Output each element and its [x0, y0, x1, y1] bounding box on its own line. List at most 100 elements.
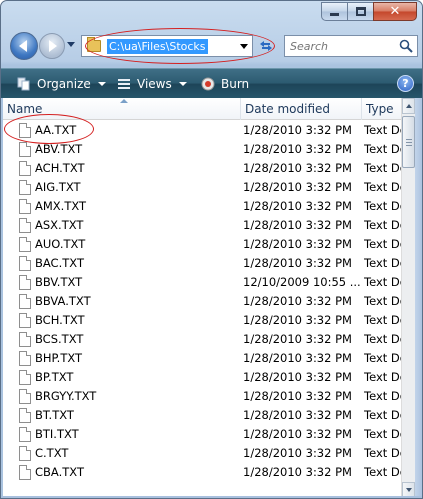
- file-type: Text Document: [364, 446, 401, 460]
- file-date-modified: 1/28/2010 3:32 PM: [243, 237, 352, 251]
- vertical-scrollbar[interactable]: [401, 98, 415, 498]
- file-row[interactable]: BHP.TXT 1/28/2010 3:32 PM Text Document: [3, 349, 401, 368]
- file-date-modified: 1/28/2010 3:32 PM: [243, 446, 352, 460]
- column-type[interactable]: Type: [362, 98, 401, 120]
- file-row[interactable]: AUO.TXT 1/28/2010 3:32 PM Text Document: [3, 235, 401, 254]
- file-type: Text Document: [364, 465, 401, 479]
- organize-icon: [17, 77, 30, 91]
- file-name: BT.TXT: [35, 408, 74, 422]
- file-date-modified: 1/28/2010 3:32 PM: [243, 370, 352, 384]
- text-document-icon: [19, 218, 31, 233]
- file-name: BTI.TXT: [35, 427, 79, 441]
- file-row[interactable]: BP.TXT 1/28/2010 3:32 PM Text Document: [3, 368, 401, 387]
- file-name: AIG.TXT: [35, 180, 81, 194]
- text-document-icon: [19, 275, 31, 290]
- file-date-modified: 1/28/2010 3:32 PM: [243, 256, 352, 270]
- text-document-icon: [19, 256, 31, 271]
- maximize-button[interactable]: [347, 2, 373, 21]
- file-type: Text Document: [364, 275, 401, 289]
- file-type: Text Document: [364, 123, 401, 137]
- file-type: Text Document: [364, 180, 401, 194]
- file-row[interactable]: BBV.TXT 12/10/2009 10:55 ...Text Document: [3, 273, 401, 292]
- file-row[interactable]: BTI.TXT 1/28/2010 3:32 PM Text Document: [3, 425, 401, 444]
- text-document-icon: [19, 237, 31, 252]
- file-row[interactable]: BBVA.TXT 1/28/2010 3:32 PM Text Document: [3, 292, 401, 311]
- file-date-modified: 1/28/2010 3:32 PM: [243, 332, 352, 346]
- minimize-button[interactable]: [321, 2, 347, 21]
- file-name: AA.TXT: [35, 123, 77, 137]
- text-document-icon: [19, 446, 31, 461]
- organize-label: Organize: [37, 77, 91, 91]
- close-button[interactable]: ✕: [373, 2, 417, 21]
- file-date-modified: 1/28/2010 3:32 PM: [243, 294, 352, 308]
- file-row[interactable]: BAC.TXT 1/28/2010 3:32 PM Text Document: [3, 254, 401, 273]
- sort-ascending-icon: [120, 99, 128, 103]
- file-row[interactable]: BCS.TXT 1/28/2010 3:32 PM Text Document: [3, 330, 401, 349]
- back-arrow-icon: [19, 40, 27, 52]
- scroll-thumb[interactable]: [402, 116, 415, 168]
- text-document-icon: [19, 294, 31, 309]
- file-date-modified: 1/28/2010 3:32 PM: [243, 218, 352, 232]
- address-path[interactable]: C:\ua\Files\Stocks: [107, 38, 208, 54]
- help-icon: ?: [402, 77, 409, 90]
- forward-button[interactable]: [39, 33, 65, 59]
- organize-button[interactable]: Organize: [17, 69, 106, 99]
- file-name: BBV.TXT: [35, 275, 83, 289]
- text-document-icon: [19, 123, 31, 138]
- text-document-icon: [19, 142, 31, 157]
- file-row[interactable]: AIG.TXT 1/28/2010 3:32 PM Text Document: [3, 178, 401, 197]
- file-date-modified: 1/28/2010 3:32 PM: [243, 389, 352, 403]
- file-row[interactable]: ACH.TXT 1/28/2010 3:32 PM Text Document: [3, 159, 401, 178]
- views-button[interactable]: Views: [117, 69, 187, 99]
- file-row[interactable]: ABV.TXT 1/28/2010 3:32 PM Text Document: [3, 140, 401, 159]
- file-type: Text Document: [364, 199, 401, 213]
- command-bar: Organize Views Burn ?: [1, 68, 422, 98]
- file-row[interactable]: ASX.TXT 1/28/2010 3:32 PM Text Document: [3, 216, 401, 235]
- back-button[interactable]: [10, 32, 38, 60]
- file-name: BBVA.TXT: [35, 294, 91, 308]
- help-button[interactable]: ?: [397, 75, 414, 92]
- file-row[interactable]: CBA.TXT 1/28/2010 3:32 PM Text Document: [3, 463, 401, 482]
- recent-pages-dropdown[interactable]: [67, 42, 75, 47]
- views-icon: [118, 79, 130, 89]
- column-date-modified[interactable]: Date modified: [241, 98, 362, 120]
- chevron-down-icon: [97, 82, 106, 86]
- file-name: ASX.TXT: [35, 218, 84, 232]
- window-right-frame: [415, 98, 422, 498]
- search-input[interactable]: [285, 36, 397, 56]
- file-type: Text Document: [364, 370, 401, 384]
- file-type: Text Document: [364, 142, 401, 156]
- scroll-down-icon: [405, 488, 412, 492]
- file-type: Text Document: [364, 256, 401, 270]
- text-document-icon: [19, 370, 31, 385]
- address-dropdown-icon[interactable]: [240, 44, 248, 49]
- file-row[interactable]: BCH.TXT 1/28/2010 3:32 PM Text Document: [3, 311, 401, 330]
- views-label: Views: [137, 77, 172, 91]
- file-row[interactable]: BRGYY.TXT 1/28/2010 3:32 PM Text Document: [3, 387, 401, 406]
- close-icon: ✕: [389, 4, 401, 19]
- file-name: BHP.TXT: [35, 351, 83, 365]
- minimize-icon: [330, 13, 339, 16]
- scroll-up-button[interactable]: [402, 98, 415, 114]
- file-type: Text Document: [364, 218, 401, 232]
- file-list: Name Date modified Type AA.TXT 1/28/2010 …: [3, 98, 401, 498]
- file-date-modified: 1/28/2010 3:32 PM: [243, 465, 352, 479]
- file-name: ACH.TXT: [35, 161, 85, 175]
- file-row[interactable]: AMX.TXT 1/28/2010 3:32 PM Text Document: [3, 197, 401, 216]
- file-date-modified: 12/10/2009 10:55 ...: [243, 275, 361, 289]
- search-box[interactable]: [284, 35, 418, 57]
- search-icon[interactable]: [399, 39, 413, 53]
- file-date-modified: 1/28/2010 3:32 PM: [243, 123, 352, 137]
- file-date-modified: 1/28/2010 3:32 PM: [243, 427, 352, 441]
- refresh-button[interactable]: [256, 37, 276, 55]
- file-name: BCH.TXT: [35, 313, 85, 327]
- address-bar[interactable]: C:\ua\Files\Stocks: [81, 35, 253, 57]
- file-row[interactable]: C.TXT 1/28/2010 3:32 PM Text Document: [3, 444, 401, 463]
- burn-button[interactable]: Burn: [201, 69, 249, 99]
- file-row[interactable]: BT.TXT 1/28/2010 3:32 PM Text Document: [3, 406, 401, 425]
- file-name: CBA.TXT: [35, 465, 84, 479]
- text-document-icon: [19, 313, 31, 328]
- file-row[interactable]: AA.TXT 1/28/2010 3:32 PM Text Document: [3, 121, 401, 140]
- text-document-icon: [19, 161, 31, 176]
- file-type: Text Document: [364, 408, 401, 422]
